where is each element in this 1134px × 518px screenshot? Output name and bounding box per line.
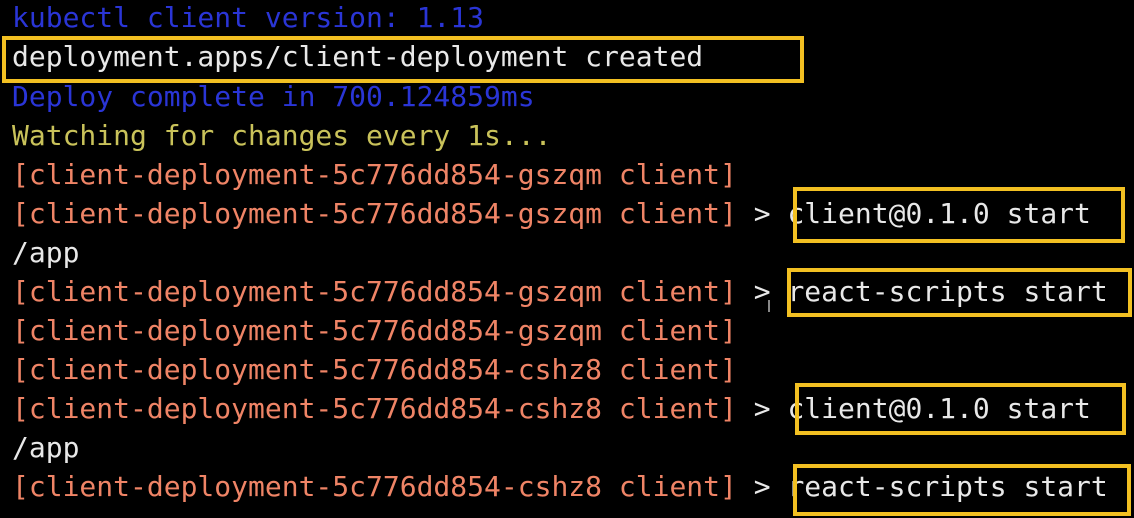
prompt-separator: > xyxy=(736,197,788,230)
npm-script-text: react-scripts start xyxy=(787,275,1108,308)
prompt-separator: > xyxy=(736,275,788,308)
pod-log-line: [client-deployment-5c776dd854-gszqm clie… xyxy=(12,158,737,191)
pod-log-line: [client-deployment-5c776dd854-cshz8 clie… xyxy=(12,389,1091,428)
prompt-separator: > xyxy=(736,392,788,425)
pod-prefix: [client-deployment-5c776dd854-cshz8 clie… xyxy=(12,470,737,503)
prompt-separator: > xyxy=(736,470,788,503)
watching-changes-line: Watching for changes every 1s... xyxy=(12,119,552,152)
deployment-created-line: deployment.apps/client-deployment create… xyxy=(12,40,704,73)
terminal-window[interactable]: kubectl client version: 1.13 deployment.… xyxy=(0,0,1134,518)
text-cursor-icon xyxy=(768,300,770,312)
app-path-line: /app xyxy=(12,236,80,269)
pod-log-line: [client-deployment-5c776dd854-cshz8 clie… xyxy=(12,467,1108,506)
npm-script-text: react-scripts start xyxy=(787,470,1108,503)
deploy-complete-line: Deploy complete in 700.124859ms xyxy=(12,80,535,113)
npm-script-text: client@0.1.0 start xyxy=(787,392,1091,425)
pod-log-line: [client-deployment-5c776dd854-gszqm clie… xyxy=(12,194,1091,233)
npm-script-text: client@0.1.0 start xyxy=(787,197,1091,230)
kubectl-version-line: kubectl client version: 1.13 xyxy=(12,1,485,34)
pod-prefix: [client-deployment-5c776dd854-cshz8 clie… xyxy=(12,392,737,425)
pod-prefix: [client-deployment-5c776dd854-gszqm clie… xyxy=(12,275,737,308)
pod-log-line: [client-deployment-5c776dd854-cshz8 clie… xyxy=(12,353,737,386)
pod-log-line: [client-deployment-5c776dd854-gszqm clie… xyxy=(12,314,737,347)
pod-log-line: [client-deployment-5c776dd854-gszqm clie… xyxy=(12,272,1108,311)
pod-prefix: [client-deployment-5c776dd854-gszqm clie… xyxy=(12,197,737,230)
app-path-line: /app xyxy=(12,431,80,464)
